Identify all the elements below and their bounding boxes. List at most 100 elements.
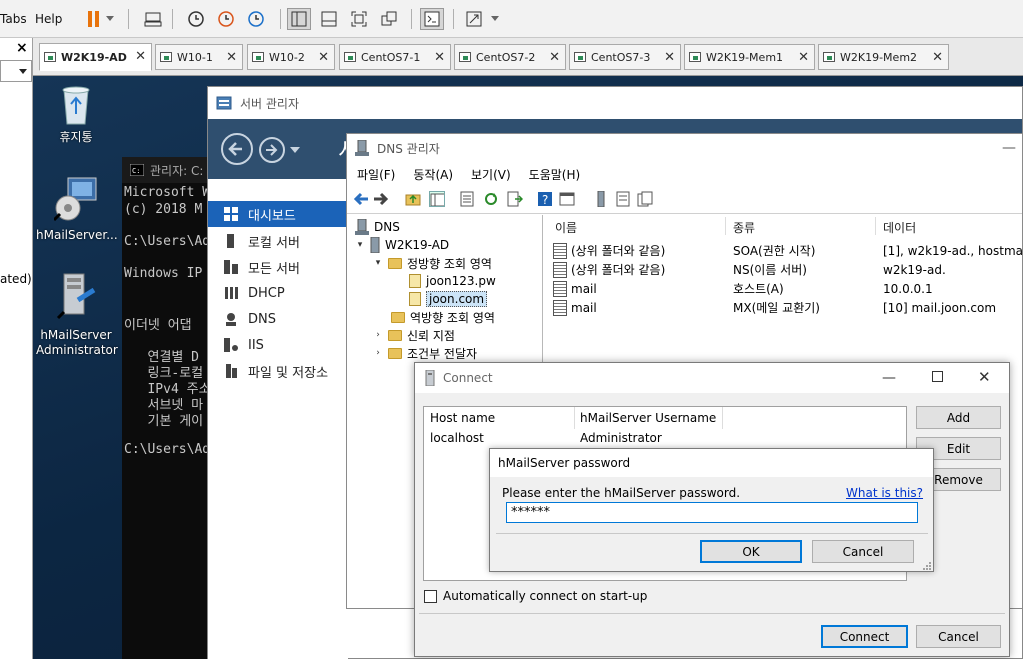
server-manager-titlebar[interactable]: 서버 관리자	[208, 87, 1022, 119]
cmd-titlebar[interactable]: C: 관리자: C:	[122, 157, 220, 183]
tree-node-zone-joon123[interactable]: joon123.pw	[409, 272, 496, 290]
tree-node-server[interactable]: ▾ W2K19-AD	[355, 236, 449, 254]
export-icon[interactable]	[507, 191, 523, 207]
table-row[interactable]: (상위 폴더와 같음) SOA(권한 시작) [1], w2k19-ad., h…	[551, 241, 1023, 260]
column-header-username[interactable]: hMailServer Username	[580, 411, 716, 425]
stretch-button[interactable]	[462, 8, 486, 30]
console-view-button[interactable]	[420, 8, 444, 30]
server-host[interactable]: localhost	[430, 431, 484, 445]
back-icon[interactable]	[353, 191, 369, 207]
forward-icon[interactable]	[373, 191, 389, 207]
stretch-dropdown[interactable]	[488, 8, 502, 30]
cancel-button[interactable]: Cancel	[916, 625, 1001, 648]
forward-arrow-icon[interactable]	[258, 136, 286, 164]
password-dialog[interactable]: hMailServer password Please enter the hM…	[489, 448, 934, 572]
vm-tab-centos7-2[interactable]: CentOS7-2 ✕	[454, 44, 566, 70]
close-icon[interactable]: ✕	[318, 50, 329, 65]
refresh-icon[interactable]	[483, 191, 499, 207]
vm-tab-w10-1[interactable]: W10-1 ✕	[155, 44, 243, 70]
desktop-icon-recycle-bin[interactable]: 휴지통	[36, 82, 116, 145]
library-close-button[interactable]: ×	[16, 40, 28, 56]
back-arrow-icon[interactable]	[220, 132, 254, 166]
help-menu[interactable]: Help	[35, 0, 62, 38]
column-header-type[interactable]: 종류	[733, 219, 755, 236]
table-row[interactable]: mail 호스트(A) 10.0.0.1	[551, 279, 1023, 298]
close-icon[interactable]: ✕	[798, 50, 809, 65]
up-folder-icon[interactable]	[405, 191, 421, 207]
resize-grip-icon[interactable]	[922, 561, 932, 571]
vm-tab-w2k19-ad[interactable]: W2K19-AD ✕	[39, 43, 152, 71]
unity-button[interactable]	[377, 8, 401, 30]
chevron-right-icon[interactable]: ›	[373, 330, 383, 340]
chevron-down-icon[interactable]	[290, 147, 300, 153]
ok-button[interactable]: OK	[700, 540, 802, 563]
thumbnail-bar-button[interactable]	[317, 8, 341, 30]
snapshot-button[interactable]	[184, 8, 208, 30]
chevron-right-icon[interactable]: ›	[373, 348, 383, 358]
connect-button[interactable]: Connect	[821, 625, 908, 648]
chevron-down-icon[interactable]: ▾	[373, 258, 383, 268]
vm-tab-w2k19-mem1[interactable]: W2K19-Mem1 ✕	[684, 44, 815, 70]
column-header-name[interactable]: 이름	[555, 219, 577, 236]
snapshot-manager-button[interactable]	[244, 8, 268, 30]
table-row[interactable]: mail MX(메일 교환기) [10] mail.joon.com	[551, 298, 1023, 317]
tree-node-dns[interactable]: DNS	[355, 218, 400, 236]
sidebar-item-local-server[interactable]: 로컬 서버	[208, 228, 348, 254]
close-icon[interactable]: ✕	[978, 368, 991, 386]
tree-node-trust-points[interactable]: › 신뢰 지점	[373, 326, 455, 344]
menu-action[interactable]: 동작(A)	[413, 166, 453, 183]
records-icon[interactable]	[637, 191, 653, 207]
help-icon[interactable]: ?	[537, 191, 553, 207]
close-icon[interactable]: ✕	[226, 50, 237, 65]
chevron-down-icon[interactable]: ▾	[355, 240, 365, 250]
close-icon[interactable]: ✕	[932, 50, 943, 65]
menu-help[interactable]: 도움말(H)	[529, 166, 581, 183]
show-tree-icon[interactable]	[429, 191, 445, 207]
sidebar-item-dns[interactable]: DNS	[208, 306, 348, 332]
record-list-icon[interactable]	[615, 191, 631, 207]
tree-node-conditional-forwarders[interactable]: › 조건부 전달자	[373, 344, 477, 362]
close-icon[interactable]: ✕	[135, 49, 146, 64]
send-keys-button[interactable]	[141, 8, 165, 30]
desktop-icon-hmailserver[interactable]: hMailServer...	[36, 176, 118, 243]
sidebar-item-file-storage[interactable]: 파일 및 저장소	[208, 358, 348, 384]
sidebar-item-all-servers[interactable]: 모든 서버	[208, 254, 348, 280]
sidebar-item-iis[interactable]: IIS	[208, 332, 348, 358]
menu-file[interactable]: 파일(F)	[357, 166, 395, 183]
revert-snapshot-button[interactable]	[214, 8, 238, 30]
minimize-icon[interactable]: —	[882, 370, 896, 386]
cancel-button[interactable]: Cancel	[812, 540, 914, 563]
password-input[interactable]: ******	[506, 502, 918, 523]
vm-tab-w10-2[interactable]: W10-2 ✕	[247, 44, 335, 70]
tree-node-zone-joon-com[interactable]: joon.com	[409, 290, 488, 308]
desktop-icon-hmailserver-admin[interactable]: hMailServer Administrator	[36, 272, 118, 358]
table-row[interactable]: (상위 폴더와 같음) NS(이름 서버) w2k19-ad.	[551, 260, 1023, 279]
library-search-dropdown[interactable]	[0, 60, 32, 82]
cmd-window[interactable]: C: 관리자: C: Microsoft W (c) 2018 M C:\Use…	[122, 157, 220, 659]
minimize-button[interactable]: —	[1002, 140, 1016, 156]
close-icon[interactable]: ✕	[549, 50, 560, 65]
vm-tab-centos7-1[interactable]: CentOS7-1 ✕	[339, 44, 451, 70]
server-username[interactable]: Administrator	[580, 431, 662, 445]
sidebar-item-dhcp[interactable]: DHCP	[208, 280, 348, 306]
vm-tab-centos7-3[interactable]: CentOS7-3 ✕	[569, 44, 681, 70]
vm-tab-w2k19-mem2[interactable]: W2K19-Mem2 ✕	[818, 44, 949, 70]
close-icon[interactable]: ✕	[434, 50, 445, 65]
add-button[interactable]: Add	[916, 406, 1001, 429]
menu-view[interactable]: 보기(V)	[471, 166, 511, 183]
server-icon[interactable]	[593, 191, 609, 207]
fullscreen-button[interactable]	[347, 8, 371, 30]
what-is-this-link[interactable]: What is this?	[846, 486, 923, 500]
dns-manager-titlebar[interactable]: DNS 관리자 —	[347, 134, 1022, 162]
sidebar-item-dashboard[interactable]: 대시보드	[208, 201, 348, 227]
column-header-host[interactable]: Host name	[430, 411, 495, 425]
auto-connect-checkbox[interactable]	[424, 590, 437, 603]
connect-titlebar[interactable]: Connect — ✕	[415, 363, 1009, 393]
console-pane-icon[interactable]	[559, 191, 575, 207]
library-view-button[interactable]	[287, 8, 311, 30]
close-icon[interactable]: ✕	[664, 50, 675, 65]
column-header-data[interactable]: 데이터	[883, 219, 916, 236]
tree-node-reverse-zones[interactable]: 역방향 조회 영역	[391, 308, 495, 326]
pause-dropdown[interactable]	[103, 8, 117, 30]
password-titlebar[interactable]: hMailServer password	[490, 449, 933, 477]
